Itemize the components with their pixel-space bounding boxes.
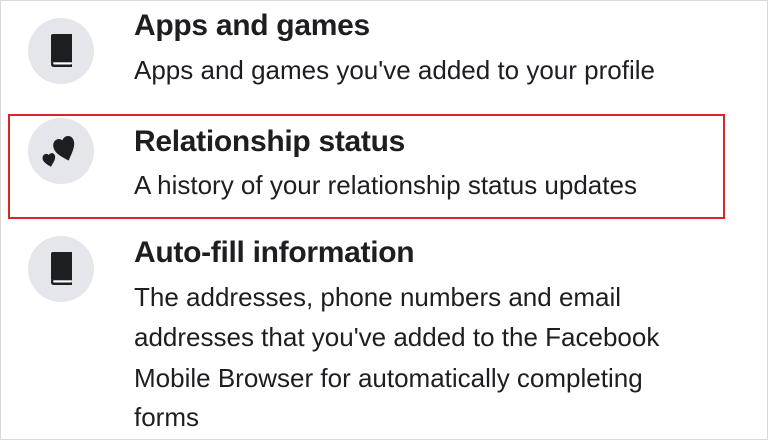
book-icon	[51, 34, 72, 67]
book-icon-container	[28, 236, 94, 302]
list-item-auto-fill-information[interactable]: Auto-fill information The addresses, pho…	[0, 222, 768, 440]
item-description: Apps and games you've added to your prof…	[134, 55, 655, 85]
item-title: Apps and games	[134, 9, 370, 42]
book-icon	[51, 252, 72, 285]
item-title: Auto-fill information	[134, 236, 415, 269]
item-description-line: forms	[134, 402, 199, 432]
item-description-line: The addresses, phone numbers and email	[134, 282, 622, 312]
item-description-line: addresses that you've added to the Faceb…	[134, 322, 660, 352]
highlight-box	[8, 114, 725, 219]
list-item-apps-and-games[interactable]: Apps and games Apps and games you've add…	[0, 0, 768, 110]
book-icon-container	[28, 18, 94, 84]
item-description-line: Mobile Browser for automatically complet…	[134, 363, 643, 393]
